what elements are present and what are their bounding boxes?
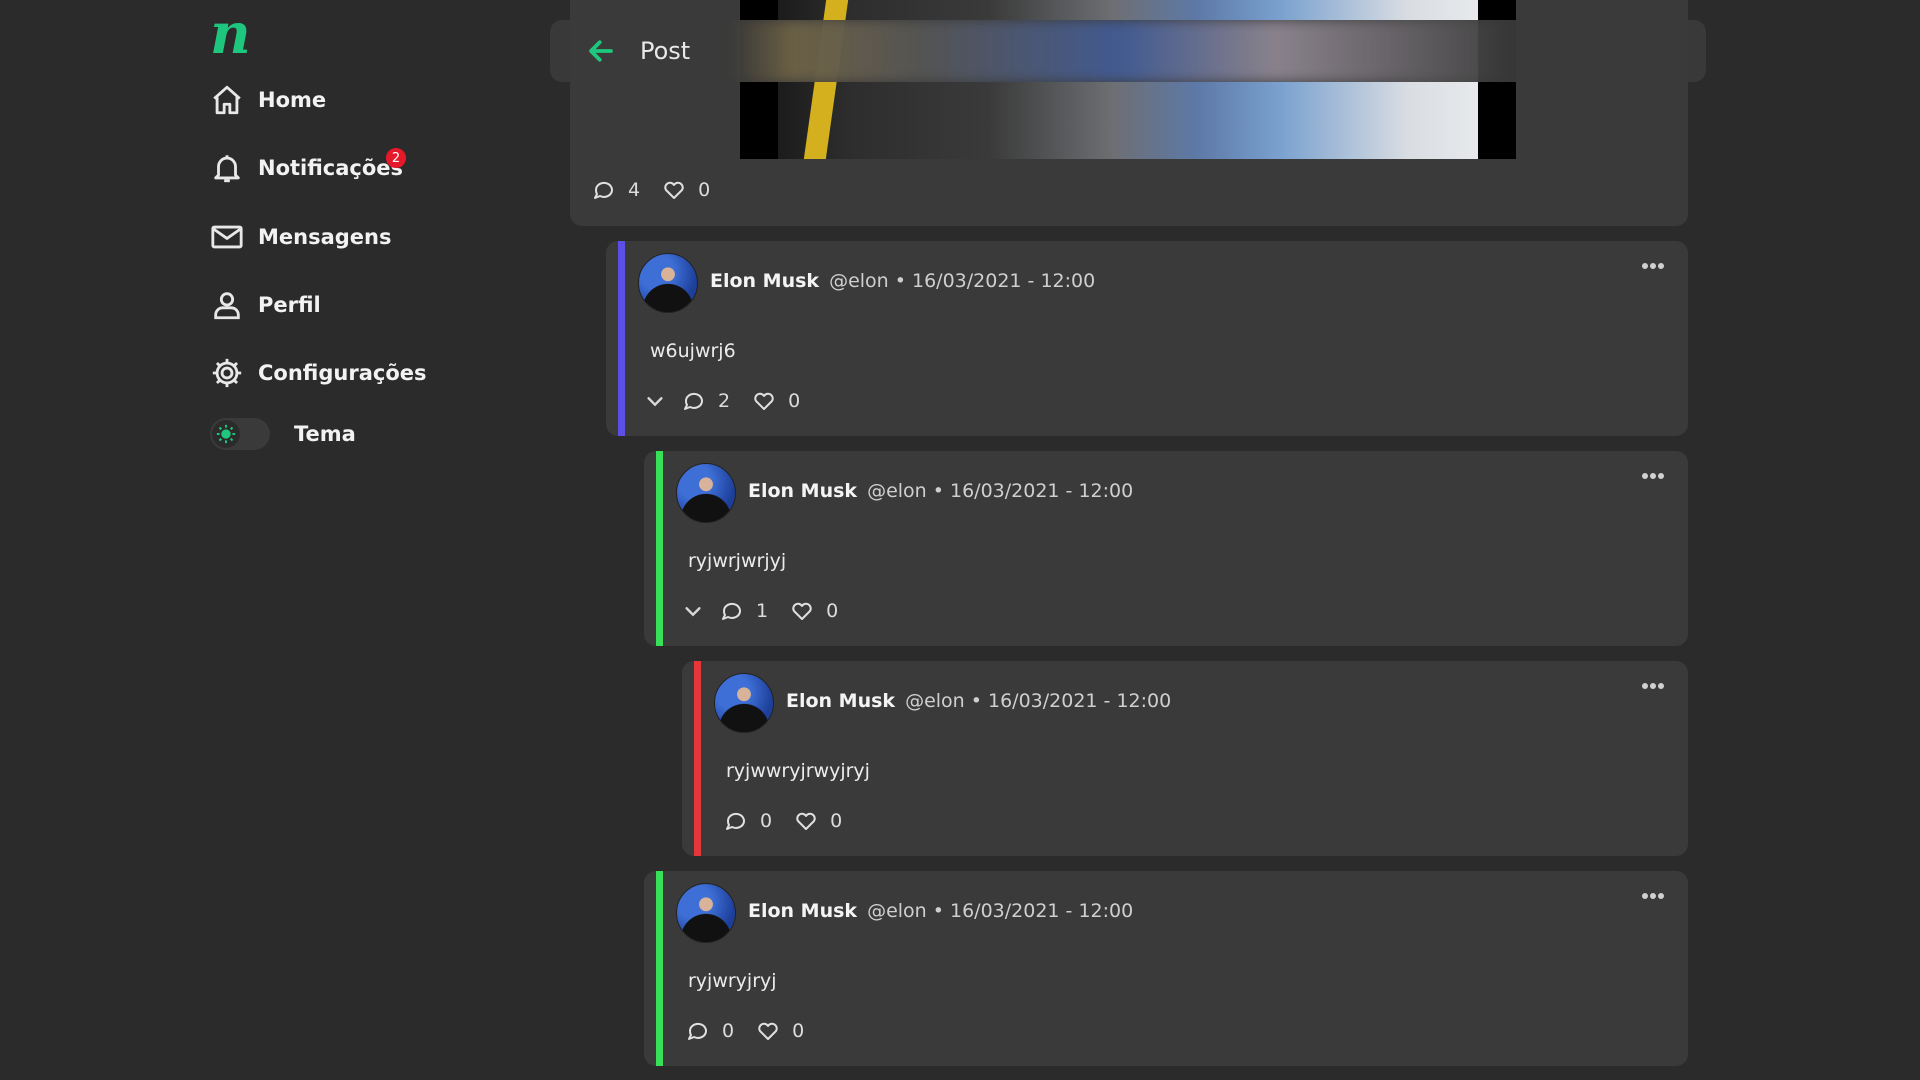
sidebar-item-settings[interactable]: Configurações xyxy=(210,351,490,395)
heart-icon xyxy=(796,812,816,830)
comment-card: Elon Musk @elon • 16/03/2021 - 12:00 w6uj… xyxy=(606,241,1688,436)
post-header: Post xyxy=(550,20,1706,82)
author-handle-date: @elon • 16/03/2021 - 12:00 xyxy=(867,900,1134,922)
comment-button[interactable]: 4 xyxy=(592,178,640,202)
theme-label: Tema xyxy=(294,422,356,446)
author-handle-date: @elon • 16/03/2021 - 12:00 xyxy=(905,690,1172,712)
comment-card: Elon Musk @elon • 16/03/2021 - 12:00 ryjw… xyxy=(644,451,1688,646)
theme-row: Tema xyxy=(210,414,356,454)
reply-count: 1 xyxy=(756,600,769,622)
comment-actions: 1 0 xyxy=(682,599,860,623)
gear-icon xyxy=(212,358,242,388)
comment-actions: 2 0 xyxy=(644,389,822,413)
comment-meta: Elon Musk @elon • 16/03/2021 - 12:00 xyxy=(710,270,1095,292)
more-options-icon[interactable] xyxy=(1640,889,1666,903)
comment-icon xyxy=(726,812,745,830)
like-count: 0 xyxy=(826,600,839,622)
comment-meta: Elon Musk @elon • 16/03/2021 - 12:00 xyxy=(786,690,1171,712)
comment-meta: Elon Musk @elon • 16/03/2021 - 12:00 xyxy=(748,900,1133,922)
sidebar-item-label: Configurações xyxy=(258,361,427,385)
sun-icon xyxy=(216,424,236,444)
more-options-icon[interactable] xyxy=(1640,259,1666,273)
heart-icon xyxy=(664,181,684,199)
comment-card: Elon Musk @elon • 16/03/2021 - 12:00 ryjw… xyxy=(644,871,1688,1066)
reply-count: 0 xyxy=(760,810,773,832)
like-count: 0 xyxy=(698,179,711,201)
more-options-icon[interactable] xyxy=(1640,679,1666,693)
sidebar-item-home[interactable]: Home xyxy=(210,78,490,122)
sidebar-item-label: Notificações xyxy=(258,156,404,180)
toggle-knob xyxy=(212,420,240,448)
app-logo[interactable]: n xyxy=(210,6,251,62)
reply-button[interactable]: 0 xyxy=(686,1019,734,1043)
like-button[interactable]: 0 xyxy=(662,178,710,202)
home-icon xyxy=(213,85,241,115)
heart-icon xyxy=(754,392,774,410)
bell-icon xyxy=(214,155,240,183)
comment-text: ryjwwryjrwyjryj xyxy=(726,760,870,782)
reply-button[interactable]: 0 xyxy=(724,809,772,833)
header-backdrop xyxy=(730,20,1510,82)
comment-icon xyxy=(684,392,703,410)
comment-icon xyxy=(688,1022,707,1040)
comment-icon xyxy=(722,602,741,620)
like-count: 0 xyxy=(830,810,843,832)
author-name[interactable]: Elon Musk xyxy=(748,480,857,502)
like-button[interactable]: 0 xyxy=(794,809,842,833)
sidebar-item-label: Perfil xyxy=(258,293,321,317)
heart-icon xyxy=(758,1022,778,1040)
comment-text: ryjwrjwrjyj xyxy=(688,550,787,572)
sidebar-item-label: Home xyxy=(258,88,327,112)
comment-actions: 0 0 xyxy=(724,809,864,833)
author-name[interactable]: Elon Musk xyxy=(786,690,895,712)
notification-badge: 2 xyxy=(386,148,406,168)
like-button[interactable]: 0 xyxy=(790,599,838,623)
author-name[interactable]: Elon Musk xyxy=(710,270,819,292)
mail-icon xyxy=(211,225,243,249)
reply-count: 0 xyxy=(722,1020,735,1042)
avatar[interactable] xyxy=(676,883,736,943)
comment-text: ryjwryjryj xyxy=(688,970,777,992)
author-handle-date: @elon • 16/03/2021 - 12:00 xyxy=(829,270,1096,292)
chevron-down-icon[interactable] xyxy=(644,390,666,412)
post-actions: 4 0 xyxy=(592,178,732,202)
chevron-down-icon[interactable] xyxy=(682,600,704,622)
like-button[interactable]: 0 xyxy=(752,389,800,413)
user-icon xyxy=(214,292,240,320)
sidebar-item-notifications[interactable]: Notificações 2 xyxy=(210,146,490,190)
comment-icon xyxy=(594,181,613,199)
comment-actions: 0 0 xyxy=(686,1019,826,1043)
heart-icon xyxy=(792,602,812,620)
thread-bar xyxy=(694,661,701,856)
sidebar-item-messages[interactable]: Mensagens xyxy=(210,215,490,259)
reply-button[interactable]: 1 xyxy=(720,599,768,623)
back-arrow-icon[interactable] xyxy=(586,36,616,66)
comment-count: 4 xyxy=(628,179,641,201)
reply-button[interactable]: 2 xyxy=(682,389,730,413)
comment-meta: Elon Musk @elon • 16/03/2021 - 12:00 xyxy=(748,480,1133,502)
thread-bar xyxy=(618,241,625,436)
avatar[interactable] xyxy=(714,673,774,733)
author-handle-date: @elon • 16/03/2021 - 12:00 xyxy=(867,480,1134,502)
comment-text: w6ujwrj6 xyxy=(650,340,736,362)
more-options-icon[interactable] xyxy=(1640,469,1666,483)
app: n Home Notificações 2 Mensagens Perfil C… xyxy=(0,0,1920,1080)
comment-card: Elon Musk @elon • 16/03/2021 - 12:00 ryjw… xyxy=(682,661,1688,856)
thread-bar xyxy=(656,451,663,646)
like-count: 0 xyxy=(792,1020,805,1042)
author-name[interactable]: Elon Musk xyxy=(748,900,857,922)
reply-count: 2 xyxy=(718,390,731,412)
page-title: Post xyxy=(640,37,691,65)
like-button[interactable]: 0 xyxy=(756,1019,804,1043)
like-count: 0 xyxy=(788,390,801,412)
thread-bar xyxy=(656,871,663,1066)
avatar[interactable] xyxy=(638,253,698,313)
theme-toggle[interactable] xyxy=(210,418,270,450)
avatar[interactable] xyxy=(676,463,736,523)
sidebar-item-profile[interactable]: Perfil xyxy=(210,283,490,327)
sidebar-item-label: Mensagens xyxy=(258,225,392,249)
